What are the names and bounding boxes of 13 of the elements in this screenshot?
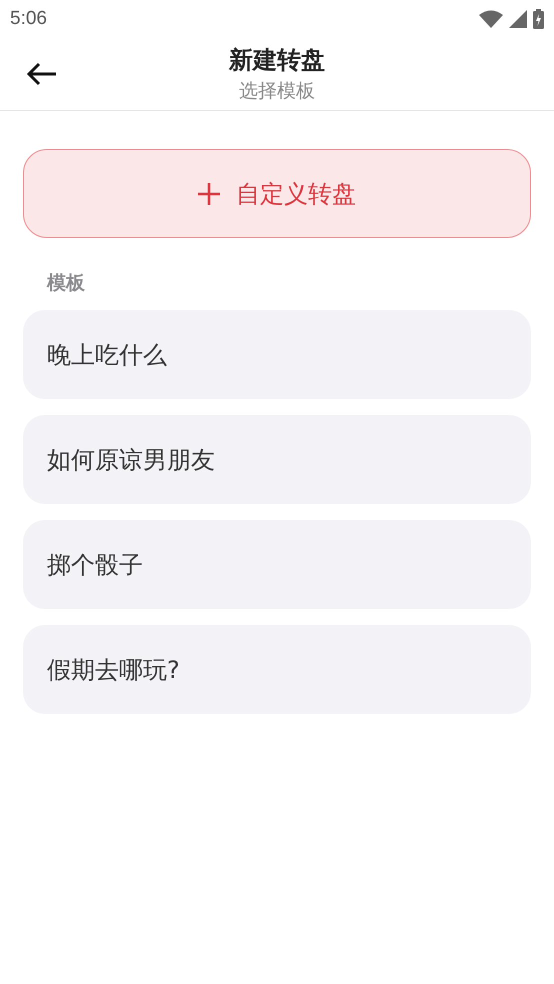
plus-icon [198,182,220,204]
page-title: 新建转盘 [229,45,325,76]
template-item[interactable]: 假期去哪玩? [23,625,531,714]
signal-icon [509,10,527,28]
custom-wheel-button[interactable]: 自定义转盘 [23,149,531,238]
template-item[interactable]: 掷个骰子 [23,520,531,609]
page-subtitle: 选择模板 [239,79,315,104]
wifi-icon [479,10,503,28]
battery-icon [533,9,544,29]
section-label: 模板 [47,271,86,296]
status-time: 5:06 [10,8,47,30]
template-item[interactable]: 晚上吃什么 [23,310,531,399]
template-item[interactable]: 如何原谅男朋友 [23,415,531,504]
